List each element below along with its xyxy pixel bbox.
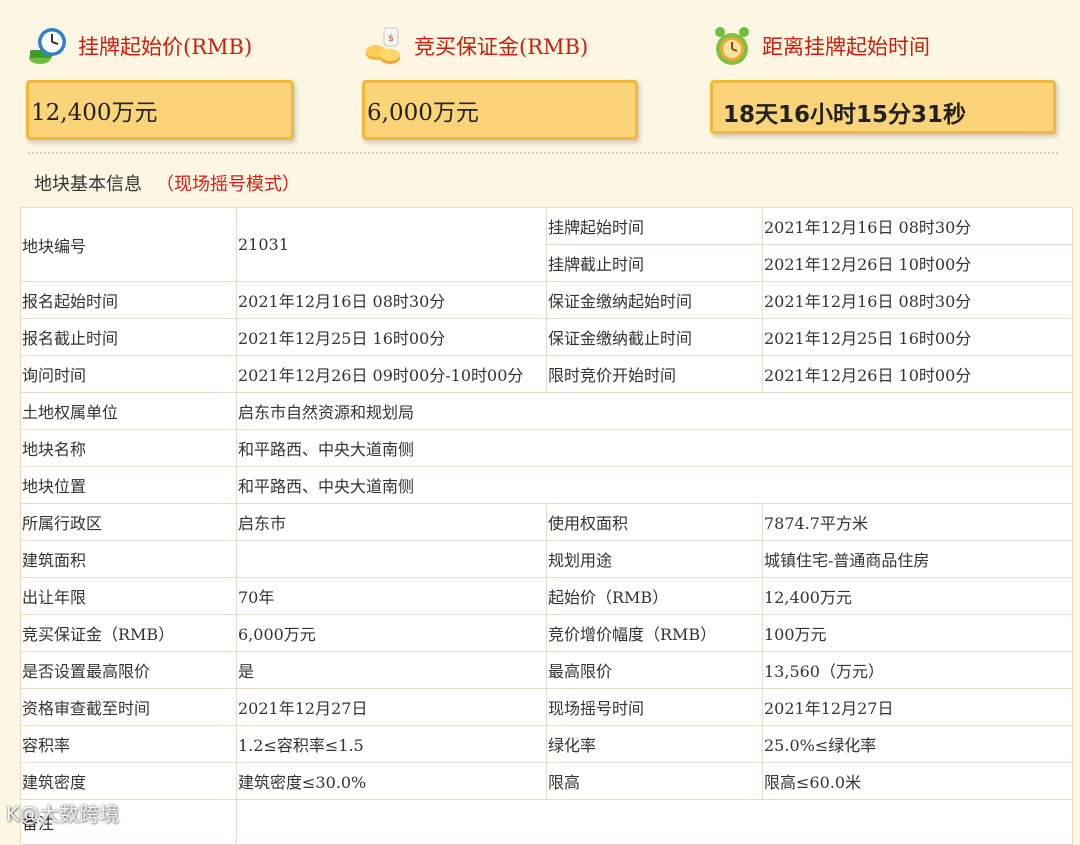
value-cell: 启东市自然资源和规划局 — [236, 392, 1073, 430]
value-cell: 建筑密度≤30.0% — [236, 762, 547, 800]
table-row: 竞买保证金（RMB） 6,000万元 竞价增价幅度（RMB） 100万元 — [20, 614, 1073, 652]
value-cell: 6,000万元 — [236, 614, 547, 652]
label-cell: 资格审查截至时间 — [20, 688, 237, 726]
label-cell: 挂牌起始时间 — [546, 207, 763, 245]
table-row: 报名起始时间 2021年12月16日 08时30分 保证金缴纳起始时间 2021… — [20, 281, 1073, 319]
card-start-price: 挂牌起始价(RMB) 12,400万元 — [26, 18, 294, 140]
value-cell: 2021年12月26日 10时00分 — [762, 244, 1073, 282]
table-row: 地块名称 和平路西、中央大道南侧 — [20, 429, 1073, 467]
card-start-price-title: 挂牌起始价(RMB) — [78, 35, 253, 59]
value-cell: 和平路西、中央大道南侧 — [236, 466, 1073, 504]
value-cell — [236, 799, 1073, 845]
table-row: 询问时间 2021年12月26日 09时00分-10时00分 限时竞价开始时间 … — [20, 355, 1073, 393]
table-row: 所属行政区 启东市 使用权面积 7874.7平方米 — [20, 503, 1073, 541]
value-cell: 和平路西、中央大道南侧 — [236, 429, 1073, 467]
value-cell: 2021年12月26日 10时00分 — [762, 355, 1073, 393]
label-cell: 挂牌截止时间 — [546, 244, 763, 282]
table-row: 报名截止时间 2021年12月25日 16时00分 保证金缴纳截止时间 2021… — [20, 318, 1073, 356]
value-cell: 2021年12月16日 08时30分 — [762, 281, 1073, 319]
svg-text:$: $ — [388, 34, 394, 44]
label-cell: 规划用途 — [546, 540, 763, 578]
summary-header: 挂牌起始价(RMB) 12,400万元 $ 竞买保证金(RMB) 6,000万元 — [0, 0, 1080, 150]
table-row: 容积率 1.2≤容积率≤1.5 绿化率 25.0%≤绿化率 — [20, 725, 1073, 763]
value-cell: 13,560（万元） — [762, 651, 1073, 689]
label-cell: 最高限价 — [546, 651, 763, 689]
label-cell: 地块编号 — [20, 207, 237, 282]
value-cell: 1.2≤容积率≤1.5 — [236, 725, 547, 763]
card-start-price-value: 12,400万元 — [26, 80, 294, 140]
label-cell: 报名起始时间 — [20, 281, 237, 319]
label-cell: 建筑面积 — [20, 540, 237, 578]
label-cell: 现场摇号时间 — [546, 688, 763, 726]
label-cell: 容积率 — [20, 725, 237, 763]
value-cell: 限高≤60.0米 — [762, 762, 1073, 800]
value-cell: 2021年12月25日 16时00分 — [236, 318, 547, 356]
value-cell — [236, 540, 547, 578]
label-cell: 使用权面积 — [546, 503, 763, 541]
table-row: 地块位置 和平路西、中央大道南侧 — [20, 466, 1073, 504]
label-cell: 起始价（RMB） — [546, 577, 763, 615]
label-cell: 保证金缴纳截止时间 — [546, 318, 763, 356]
table-row: 建筑面积 规划用途 城镇住宅-普通商品住房 — [20, 540, 1073, 578]
table-row: 是否设置最高限价 是 最高限价 13,560（万元） — [20, 651, 1073, 689]
table-row: 建筑密度 建筑密度≤30.0% 限高 限高≤60.0米 — [20, 762, 1073, 800]
money-clock-icon — [29, 28, 66, 64]
card-countdown-header: 距离挂牌起始时间 — [710, 18, 1056, 74]
label-cell: 报名截止时间 — [20, 318, 237, 356]
card-deposit-header: $ 竞买保证金(RMB) — [362, 18, 638, 74]
card-deposit-title: 竞买保证金(RMB) — [414, 35, 589, 59]
value-cell: 2021年12月16日 08时30分 — [236, 281, 547, 319]
watermark: K@大数跨境 — [6, 802, 120, 826]
value-cell: 2021年12月26日 09时00分-10时00分 — [236, 355, 547, 393]
label-cell: 竞买保证金（RMB） — [20, 614, 237, 652]
section-title: 地块基本信息 （现场摇号模式） — [34, 170, 300, 196]
label-cell: 询问时间 — [20, 355, 237, 393]
card-countdown: 距离挂牌起始时间 18天16小时15分31秒 — [710, 18, 1056, 134]
section-mode-label: （现场摇号模式） — [156, 174, 300, 195]
section-title-text: 地块基本信息 — [34, 174, 142, 195]
label-cell: 地块名称 — [20, 429, 237, 467]
alarm-clock-icon — [715, 27, 749, 65]
table-row: 出让年限 70年 起始价（RMB） 12,400万元 — [20, 577, 1073, 615]
value-cell: 2021年12月27日 — [762, 688, 1073, 726]
value-cell: 12,400万元 — [762, 577, 1073, 615]
table-row: 地块编号 21031 挂牌起始时间 2021年12月16日 08时30分 — [20, 207, 1073, 282]
card-deposit-value: 6,000万元 — [362, 80, 638, 140]
table-row: 备注 — [20, 799, 1073, 845]
coins-icon: $ — [366, 27, 400, 64]
card-countdown-title: 距离挂牌起始时间 — [762, 35, 930, 59]
value-cell: 2021年12月27日 — [236, 688, 547, 726]
label-cell: 限高 — [546, 762, 763, 800]
value-cell: 7874.7平方米 — [762, 503, 1073, 541]
table-row: 土地权属单位 启东市自然资源和规划局 — [20, 392, 1073, 430]
value-cell: 25.0%≤绿化率 — [762, 725, 1073, 763]
value-cell: 21031 — [236, 207, 547, 282]
label-cell: 限时竞价开始时间 — [546, 355, 763, 393]
label-cell: 是否设置最高限价 — [20, 651, 237, 689]
value-cell: 城镇住宅-普通商品住房 — [762, 540, 1073, 578]
value-cell: 2021年12月16日 08时30分 — [762, 207, 1073, 245]
label-cell: 保证金缴纳起始时间 — [546, 281, 763, 319]
value-cell: 100万元 — [762, 614, 1073, 652]
label-cell: 土地权属单位 — [20, 392, 237, 430]
card-start-price-header: 挂牌起始价(RMB) — [26, 18, 294, 74]
table-row: 资格审查截至时间 2021年12月27日 现场摇号时间 2021年12月27日 — [20, 688, 1073, 726]
label-cell: 建筑密度 — [20, 762, 237, 800]
label-cell: 所属行政区 — [20, 503, 237, 541]
label-cell: 地块位置 — [20, 466, 237, 504]
value-cell: 是 — [236, 651, 547, 689]
card-countdown-value: 18天16小时15分31秒 — [710, 80, 1056, 134]
land-info-table: 地块编号 21031 挂牌起始时间 2021年12月16日 08时30分 挂牌截… — [20, 207, 1073, 845]
label-cell: 出让年限 — [20, 577, 237, 615]
value-cell: 70年 — [236, 577, 547, 615]
label-cell: 绿化率 — [546, 725, 763, 763]
section-divider — [28, 152, 1058, 154]
value-cell: 启东市 — [236, 503, 547, 541]
card-deposit: $ 竞买保证金(RMB) 6,000万元 — [362, 18, 638, 140]
label-cell: 竞价增价幅度（RMB） — [546, 614, 763, 652]
value-cell: 2021年12月25日 16时00分 — [762, 318, 1073, 356]
